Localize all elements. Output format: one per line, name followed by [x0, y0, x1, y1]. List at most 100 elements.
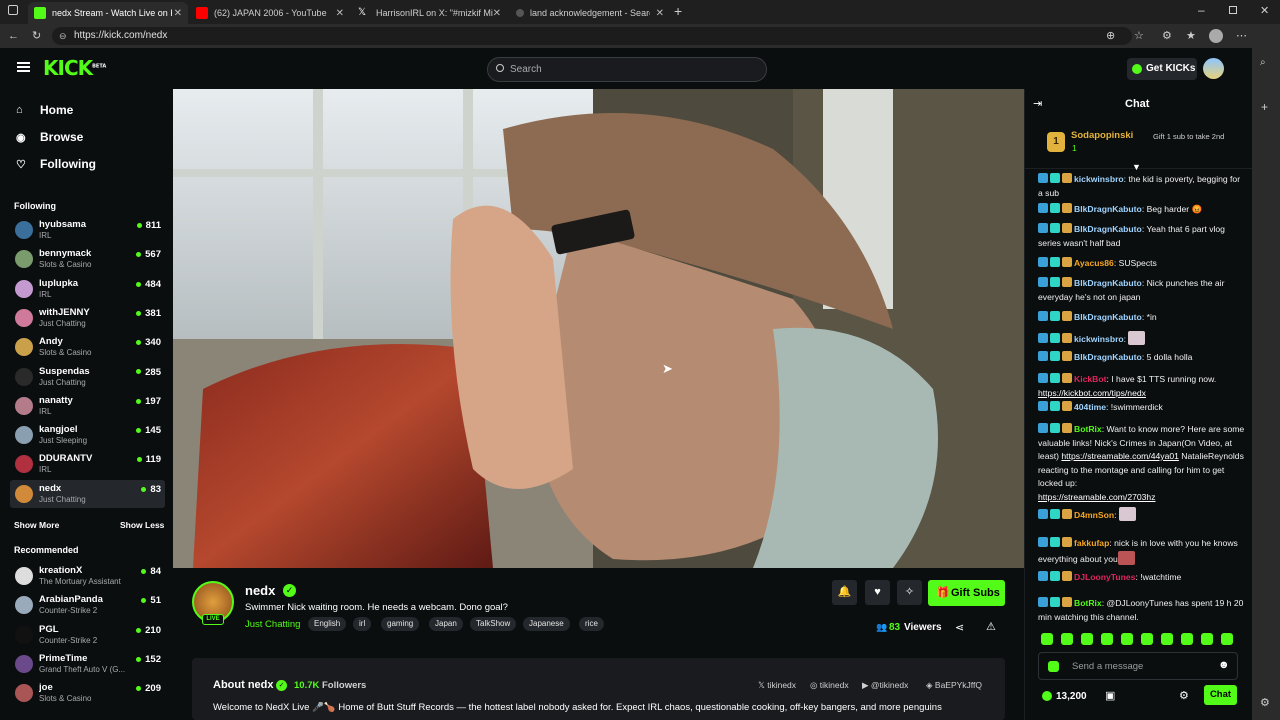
chat-link[interactable]: https://kickbot.com/tips/nedx [1038, 388, 1146, 398]
sidebar-channel-arabianpanda[interactable]: ArabianPanda Counter-Strike 2 51 [10, 591, 165, 619]
chat-username[interactable]: BlkDragnKabuto [1074, 278, 1142, 288]
quick-emote-icon[interactable] [1081, 633, 1093, 645]
extensions-icon[interactable]: ⚙ [1162, 29, 1172, 43]
browser-tab[interactable]: land acknowledgement - Search ✕ [510, 2, 670, 24]
sidebar-channel-kreationx[interactable]: kreationX The Mortuary Assistant 84 [10, 562, 165, 590]
close-window-icon[interactable]: ✕ [1260, 4, 1269, 17]
quick-emote-icon[interactable] [1181, 633, 1193, 645]
chat-username[interactable]: BotRix [1074, 598, 1102, 608]
tag-english[interactable]: English [308, 617, 347, 631]
leader-name[interactable]: Sodapopinski [1071, 130, 1133, 141]
show-less-button[interactable]: Show Less [120, 520, 164, 530]
browser-tab[interactable]: nedx Stream - Watch Live on Kick ✕ [28, 2, 188, 24]
rail-settings-icon[interactable]: ⚙ [1260, 696, 1270, 709]
x-social-link[interactable]: 𝕏 tikinedx [758, 680, 796, 691]
share-icon[interactable]: ⋖ [955, 621, 964, 634]
pinned-collapse-icon[interactable]: ▼ [1132, 162, 1141, 172]
chat-username[interactable]: D4mnSon [1074, 510, 1114, 520]
quick-emote-icon[interactable] [1121, 633, 1133, 645]
clip-button[interactable]: ✧ [897, 580, 922, 605]
chat-username[interactable]: fakkufap [1074, 538, 1109, 548]
sidebar-channel-suspendas[interactable]: Suspendas Just Chatting 285 [10, 363, 165, 391]
chat-settings-icon[interactable]: ⚙ [1179, 689, 1189, 702]
tag-japanese[interactable]: Japanese [523, 617, 570, 631]
more-options-icon[interactable]: ⋯ [1236, 29, 1247, 43]
sidebar-channel-withjenny[interactable]: withJENNY Just Chatting 381 [10, 304, 165, 332]
nav-following[interactable]: ♡ Following [16, 157, 96, 171]
site-info-icon[interactable]: ⊖ [59, 27, 67, 45]
video-player[interactable]: ➤ [173, 89, 1024, 568]
profile-avatar-icon[interactable] [1209, 29, 1223, 43]
sidebar-channel-hyubsama[interactable]: hyubsama IRL 811 [10, 216, 165, 244]
chat-link[interactable]: https://streamable.com/2703hz [1038, 492, 1156, 502]
search-input[interactable]: Search [487, 57, 767, 82]
emoji-picker-icon[interactable]: ☻ [1218, 659, 1230, 671]
maximize-icon[interactable] [1229, 6, 1237, 14]
sidebar-channel-joe[interactable]: joe Slots & Casino 209 [10, 679, 165, 707]
sidebar-channel-pgl[interactable]: PGL Counter-Strike 2 210 [10, 621, 165, 649]
quick-emote-icon[interactable] [1141, 633, 1153, 645]
get-kicks-button[interactable]: Get KICKs [1127, 58, 1197, 80]
rail-search-icon[interactable]: ⌕ [1260, 57, 1266, 68]
sidebar-channel-primetime[interactable]: PrimeTime Grand Theft Auto V (G... 152 [10, 650, 165, 678]
nav-home[interactable]: ⌂ Home [16, 103, 73, 117]
chat-username[interactable]: KickBot [1074, 374, 1106, 384]
show-more-button[interactable]: Show More [14, 520, 59, 530]
minimize-icon[interactable]: – [1198, 3, 1205, 17]
browser-tab[interactable]: 𝕏 HarrisonIRL on X: "#mizkif Mizkif ✕ [352, 2, 507, 24]
channel-name[interactable]: nedx [245, 583, 275, 598]
stream-category-link[interactable]: Just Chatting [245, 619, 300, 630]
instagram-social-link[interactable]: ◎ tikinedx [810, 680, 849, 691]
close-tab-icon[interactable]: ✕ [656, 8, 664, 19]
tag-gaming[interactable]: gaming [381, 617, 420, 631]
chat-link[interactable]: https://streamable.com/44ya01 [1061, 451, 1179, 461]
sidebar-channel-andy[interactable]: Andy Slots & Casino 340 [10, 333, 165, 361]
window-menu-icon[interactable] [8, 5, 18, 15]
chat-username[interactable]: BlkDragnKabuto [1074, 352, 1142, 362]
chat-username[interactable]: BlkDragnKabuto [1074, 224, 1142, 234]
chat-username[interactable]: DJLoonyTunes [1074, 572, 1135, 582]
chat-username[interactable]: BlkDragnKabuto [1074, 204, 1142, 214]
rail-add-icon[interactable]: + [1261, 100, 1268, 114]
kicks-balance[interactable]: 13,200 [1056, 691, 1087, 702]
new-tab-icon[interactable]: + [674, 3, 682, 19]
quick-emote-icon[interactable] [1101, 633, 1113, 645]
tag-irl[interactable]: irl [353, 617, 372, 631]
user-avatar[interactable] [1203, 58, 1224, 79]
close-tab-icon[interactable]: ✕ [174, 8, 182, 19]
tag-talkshow[interactable]: TalkShow [470, 617, 517, 631]
quick-emote-icon[interactable] [1201, 633, 1213, 645]
sidebar-channel-ddurantv[interactable]: DDURANTV IRL 119 [10, 450, 165, 478]
close-tab-icon[interactable]: ✕ [493, 8, 501, 19]
sidebar-channel-kangjoel[interactable]: kangjoel Just Sleeping 145 [10, 421, 165, 449]
gift-subs-button[interactable]: 🎁 Gift Subs [928, 580, 1005, 606]
tag-japan[interactable]: Japan [429, 617, 463, 631]
chat-send-button[interactable]: Chat [1204, 685, 1237, 705]
favorite-star-icon[interactable]: ☆ [1134, 29, 1144, 43]
sidebar-channel-bennymack[interactable]: bennymack Slots & Casino 567 [10, 245, 165, 273]
quick-emote-icon[interactable] [1061, 633, 1073, 645]
favorites-icon[interactable]: ★ [1186, 29, 1196, 43]
report-icon[interactable]: ⚠ [986, 620, 996, 633]
chat-input[interactable]: Send a message ☻ [1038, 652, 1238, 680]
back-icon[interactable]: ← [8, 29, 19, 43]
chat-username[interactable]: Ayacus86 [1074, 258, 1114, 268]
sidebar-channel-nanatty[interactable]: nanatty IRL 197 [10, 392, 165, 420]
close-tab-icon[interactable]: ✕ [336, 8, 344, 19]
tag-rice[interactable]: rice [579, 617, 604, 631]
quick-emote-icon[interactable] [1041, 633, 1053, 645]
store-icon[interactable]: ▣ [1105, 689, 1115, 702]
youtube-social-link[interactable]: ▶ @tikinedx [862, 680, 908, 691]
chat-username[interactable]: BlkDragnKabuto [1074, 312, 1142, 322]
nav-browse[interactable]: ◉ Browse [16, 130, 83, 144]
quick-emote-icon[interactable] [1221, 633, 1233, 645]
notifications-button[interactable]: 🔔 [832, 580, 857, 605]
discord-social-link[interactable]: ◈ BaEPYkJffQ [926, 680, 982, 691]
chat-username[interactable]: BotRix [1074, 424, 1102, 434]
chat-username[interactable]: kickwinsbro [1074, 174, 1124, 184]
chat-username[interactable]: kickwinsbro [1074, 334, 1124, 344]
hamburger-menu-icon[interactable] [17, 62, 30, 72]
browser-tab[interactable]: (62) JAPAN 2006 - YouTube ✕ [190, 2, 350, 24]
kick-logo[interactable]: KICKBETA [43, 56, 106, 80]
collapse-chat-icon[interactable]: ⇥ [1033, 97, 1042, 110]
